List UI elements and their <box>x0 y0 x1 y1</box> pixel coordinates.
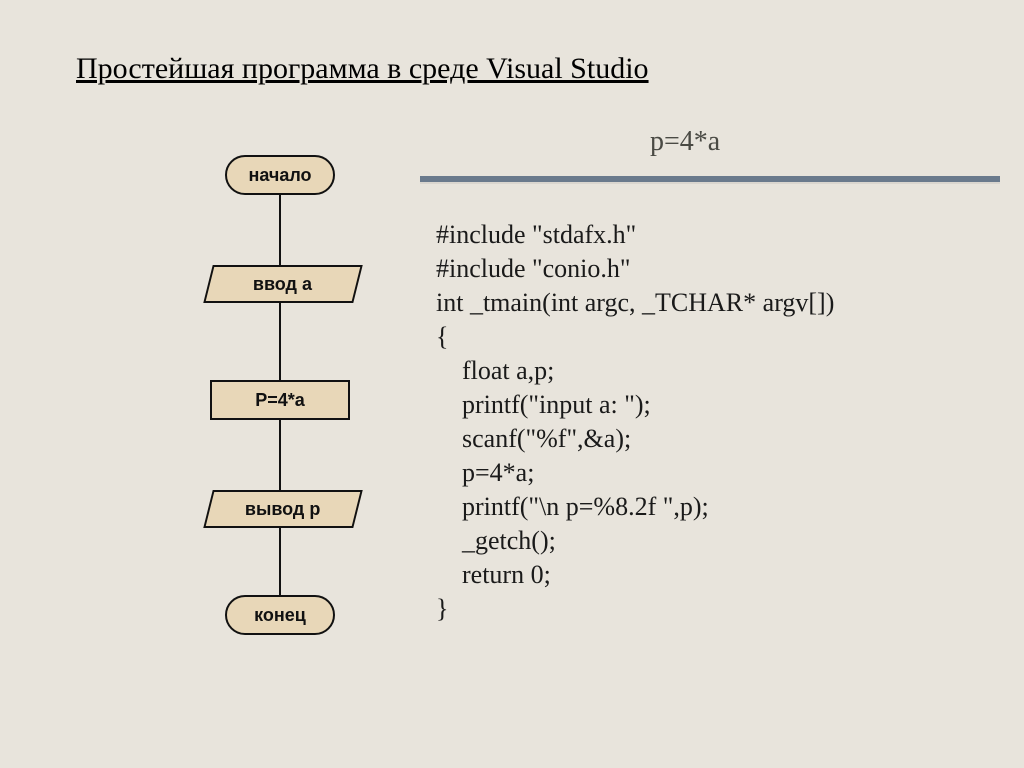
flow-node-input: ввод a <box>203 265 362 303</box>
flow-node-start: начало <box>225 155 335 195</box>
flow-node-end-label: конец <box>254 605 306 626</box>
formula-label: p=4*a <box>650 126 720 158</box>
slide: Простейшая программа в среде Visual Stud… <box>0 0 1024 768</box>
flow-node-end: конец <box>225 595 335 635</box>
slide-title: Простейшая программа в среде Visual Stud… <box>76 52 649 86</box>
flow-node-input-label: ввод a <box>253 274 312 295</box>
flow-node-output-label: вывод p <box>245 499 320 520</box>
flow-node-start-label: начало <box>248 165 311 186</box>
code-listing: #include "stdafx.h" #include "conio.h" i… <box>436 218 834 626</box>
flow-node-process: P=4*a <box>210 380 350 420</box>
divider-bar <box>420 160 1000 182</box>
flowchart: начало ввод a P=4*a вывод p конец <box>170 150 390 690</box>
flow-node-process-label: P=4*a <box>255 390 305 411</box>
flow-node-output: вывод p <box>203 490 362 528</box>
